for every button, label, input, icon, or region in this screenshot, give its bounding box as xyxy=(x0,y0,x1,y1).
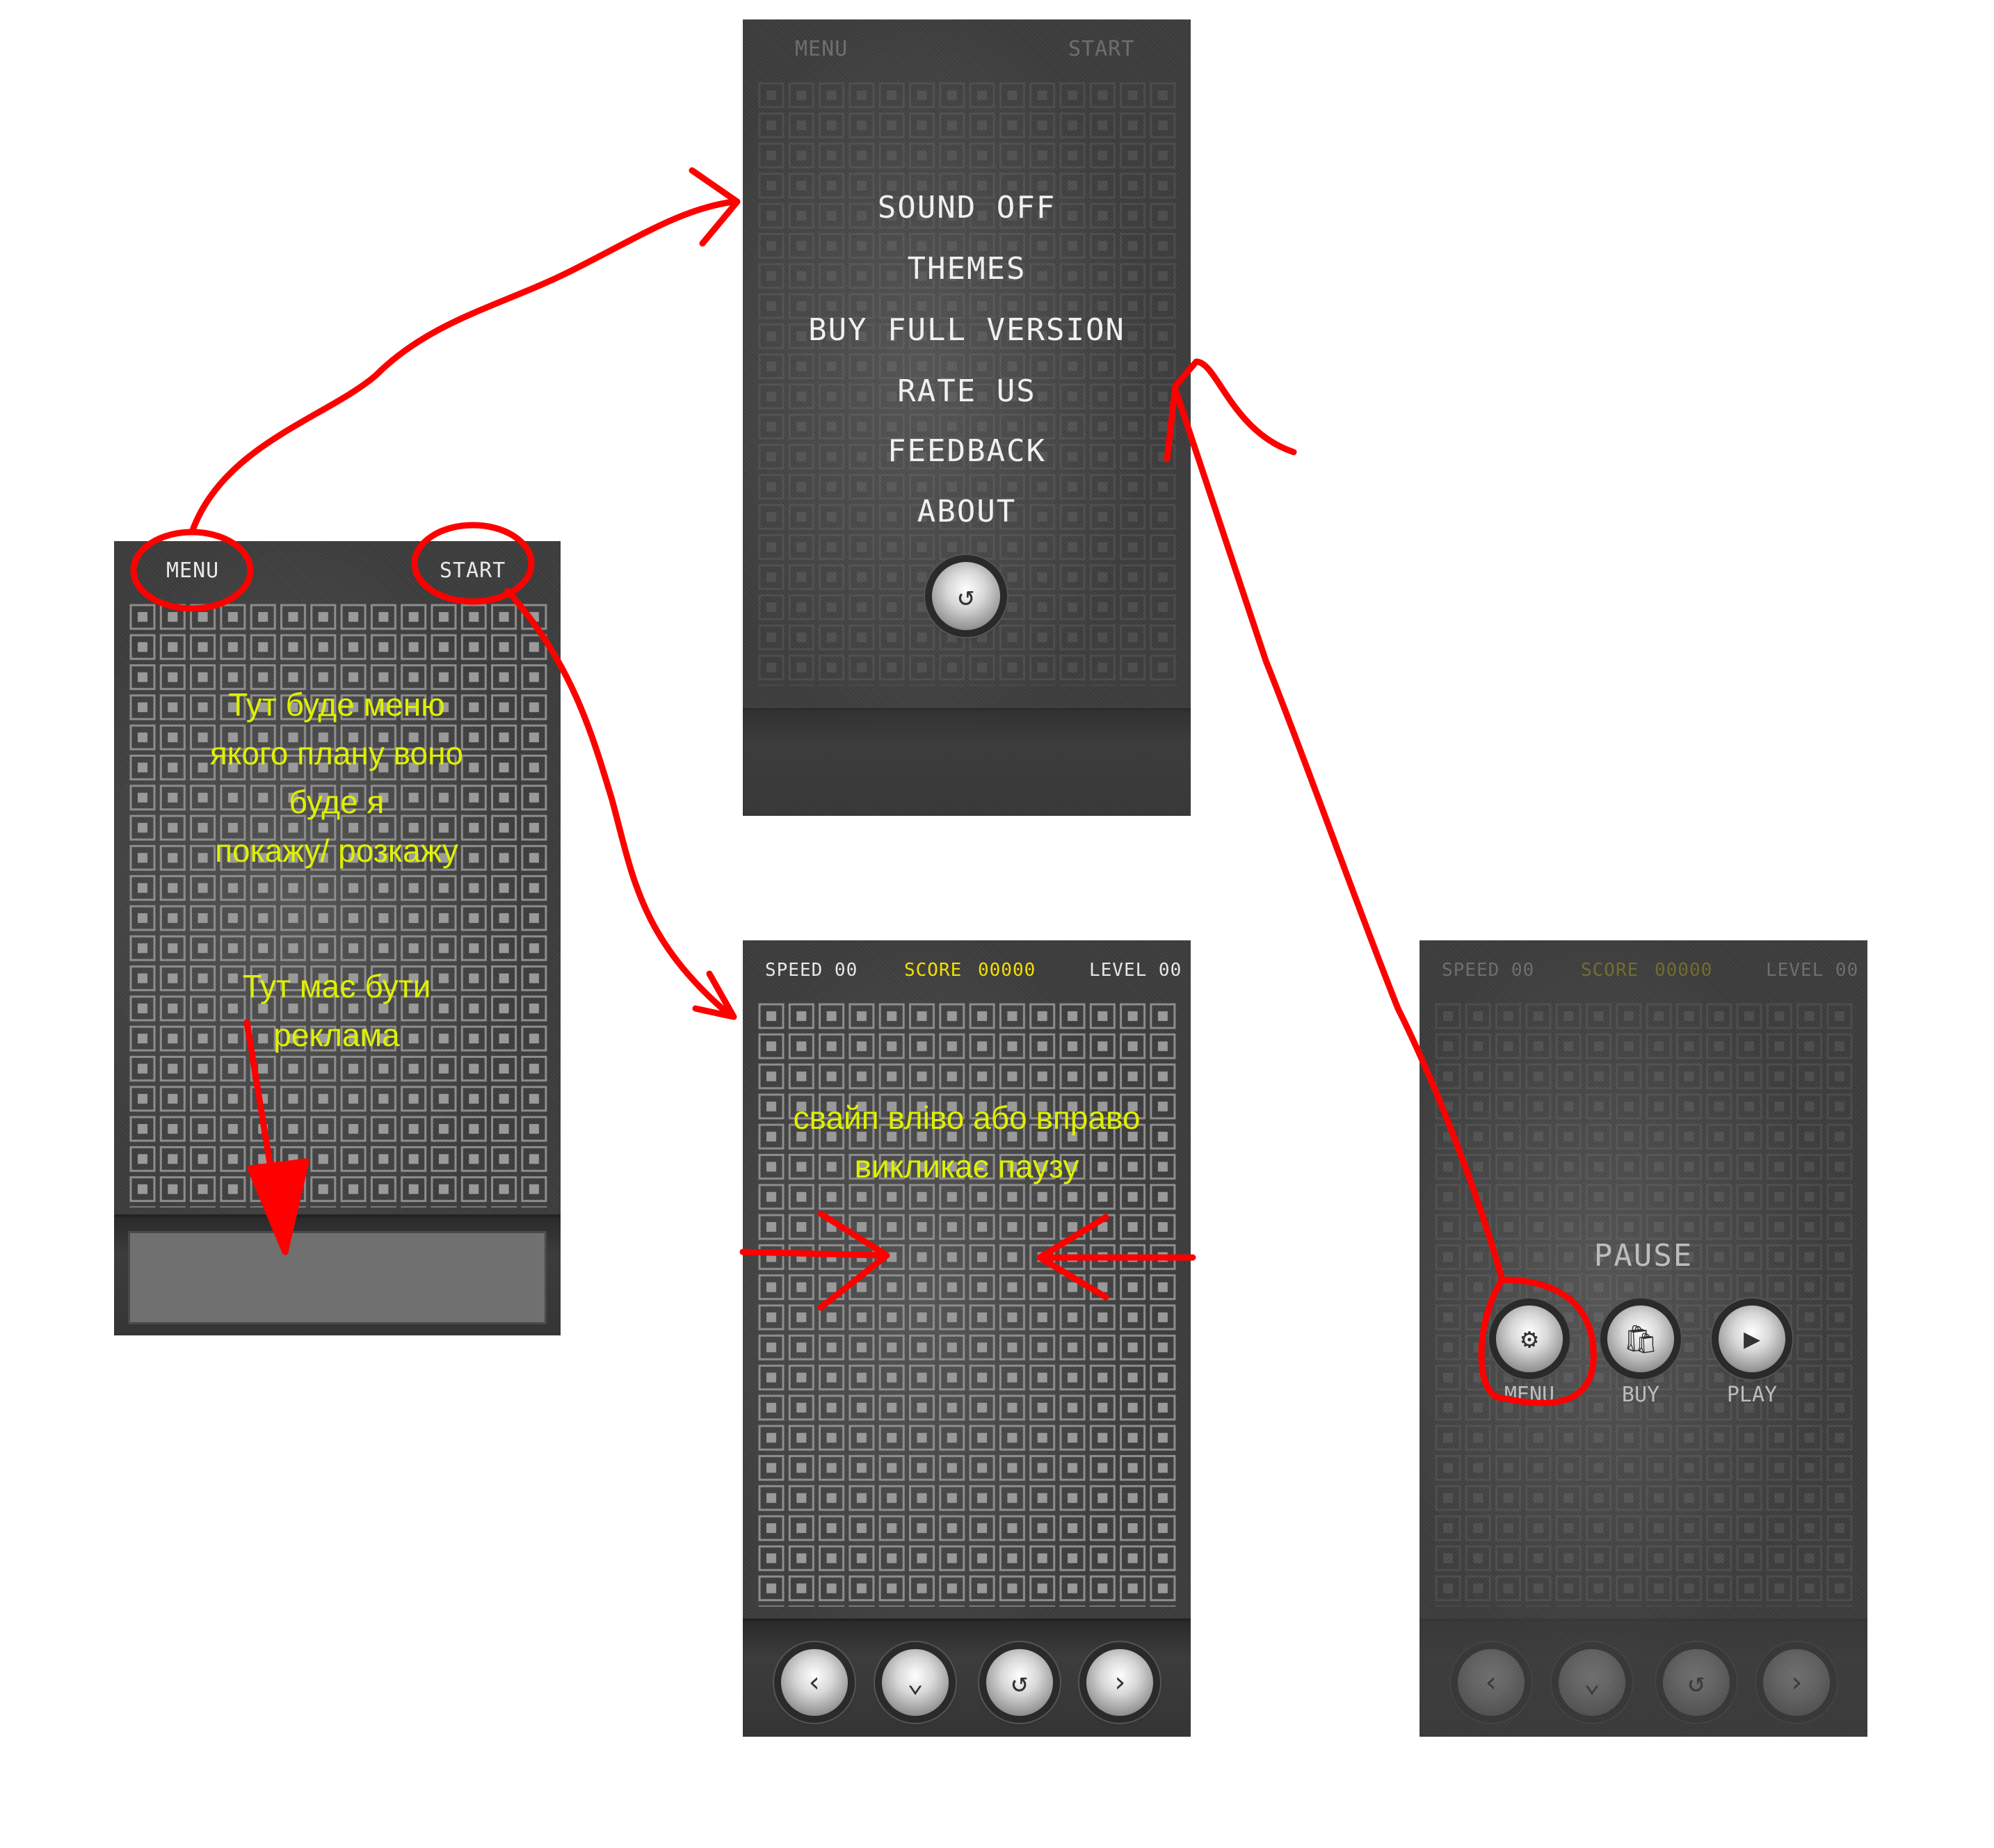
arrow-menu-to-menu-screen xyxy=(188,198,737,536)
annotation-line: викликає паузу xyxy=(854,1148,1079,1184)
game-control-bar: ‹ ⌄ ↺ › xyxy=(743,1618,1191,1737)
pause-title: PAUSE xyxy=(1593,1238,1694,1273)
home-screen: MENU START Тут буде меню якого плану вон… xyxy=(114,541,561,1335)
pause-level-indicator: LEVEL 00 xyxy=(1766,960,1859,981)
annotation-line: Тут має бути xyxy=(242,968,431,1004)
menu-item-buy-full-version[interactable]: BUY FULL VERSION xyxy=(743,312,1191,348)
pause-score-value: 00000 xyxy=(1655,960,1713,981)
pause-bg-grid xyxy=(1433,1002,1855,1607)
menu-back-button[interactable]: ↺ xyxy=(932,562,1000,630)
menu-top-menu-link: MENU xyxy=(795,37,849,61)
pause-play-label: PLAY xyxy=(1726,1383,1778,1407)
annotation-line: покажу/ розкажу xyxy=(215,833,458,869)
annotation-line: Тут буде меню xyxy=(228,686,445,723)
shopping-bag-icon: 🛍 xyxy=(1623,1323,1659,1356)
menu-item-sound[interactable]: SOUND OFF xyxy=(743,190,1191,225)
chevron-left-icon: ‹ xyxy=(805,1666,823,1698)
pause-left-button: ‹ xyxy=(1458,1649,1525,1716)
pause-play-button[interactable]: ▶ xyxy=(1719,1305,1785,1372)
game-board-grid xyxy=(757,1002,1178,1607)
undo-icon: ↺ xyxy=(957,580,975,612)
home-start-link[interactable]: START xyxy=(440,559,506,583)
menu-bottom-bar xyxy=(743,708,1191,816)
menu-item-themes[interactable]: THEMES xyxy=(743,251,1191,287)
chevron-right-icon: › xyxy=(1111,1666,1129,1698)
pause-screen: SPEED 00 SCORE 00000 LEVEL 00 PAUSE ⚙ ME… xyxy=(1420,940,1867,1737)
pause-buy-label: BUY xyxy=(1621,1383,1660,1407)
speed-indicator: SPEED 00 xyxy=(765,960,858,981)
level-indicator: LEVEL 00 xyxy=(1089,960,1182,981)
pause-control-bar: ‹ ⌄ ↺ › xyxy=(1420,1618,1867,1737)
chevron-down-icon: ⌄ xyxy=(906,1666,924,1698)
menu-screen: MENU START SOUND OFF THEMES BUY FULL VER… xyxy=(743,19,1191,816)
play-icon: ▶ xyxy=(1743,1323,1761,1355)
pause-buy-button[interactable]: 🛍 xyxy=(1607,1305,1674,1372)
annotation-menu-note: Тут буде меню якого плану воно буде я по… xyxy=(128,680,545,875)
annotation-swipe-note: свайп вліво або вправо викликає паузу xyxy=(743,1093,1191,1191)
pause-down-button: ⌄ xyxy=(1559,1649,1625,1716)
menu-item-about[interactable]: ABOUT xyxy=(743,494,1191,529)
annotation-line: буде я xyxy=(289,784,385,820)
gear-icon: ⚙ xyxy=(1520,1323,1538,1355)
home-menu-link[interactable]: MENU xyxy=(166,559,219,583)
menu-top-start-link: START xyxy=(1068,37,1135,61)
rotate-button[interactable]: ↺ xyxy=(986,1649,1053,1716)
annotation-line: реклама xyxy=(273,1017,400,1053)
ad-banner-area xyxy=(114,1214,561,1335)
pause-menu-button[interactable]: ⚙ xyxy=(1496,1305,1563,1372)
chevron-left-icon: ‹ xyxy=(1482,1666,1500,1698)
rotate-icon: ↺ xyxy=(1011,1666,1029,1698)
chevron-right-icon: › xyxy=(1787,1666,1806,1698)
rotate-icon: ↺ xyxy=(1687,1666,1705,1698)
pause-score-label: SCORE xyxy=(1581,960,1639,981)
move-right-button[interactable]: › xyxy=(1086,1649,1153,1716)
menu-item-rate-us[interactable]: RATE US xyxy=(743,373,1191,409)
pause-rotate-button: ↺ xyxy=(1663,1649,1730,1716)
score-value: 00000 xyxy=(978,960,1036,981)
score-label: SCORE xyxy=(904,960,963,981)
chevron-down-icon: ⌄ xyxy=(1583,1666,1601,1698)
annotation-line: свайп вліво або вправо xyxy=(793,1100,1141,1136)
pause-menu-label: MENU xyxy=(1504,1383,1555,1407)
pause-speed-indicator: SPEED 00 xyxy=(1442,960,1535,981)
ad-banner xyxy=(128,1231,547,1324)
pause-right-button: › xyxy=(1763,1649,1830,1716)
annotation-ad-note: Тут має бути реклама xyxy=(128,962,545,1059)
drop-down-button[interactable]: ⌄ xyxy=(882,1649,949,1716)
menu-item-feedback[interactable]: FEEDBACK xyxy=(743,433,1191,469)
move-left-button[interactable]: ‹ xyxy=(781,1649,848,1716)
annotation-line: якого плану воно xyxy=(209,735,464,771)
game-screen: SPEED 00 SCORE 00000 LEVEL 00 свайп влів… xyxy=(743,940,1191,1737)
